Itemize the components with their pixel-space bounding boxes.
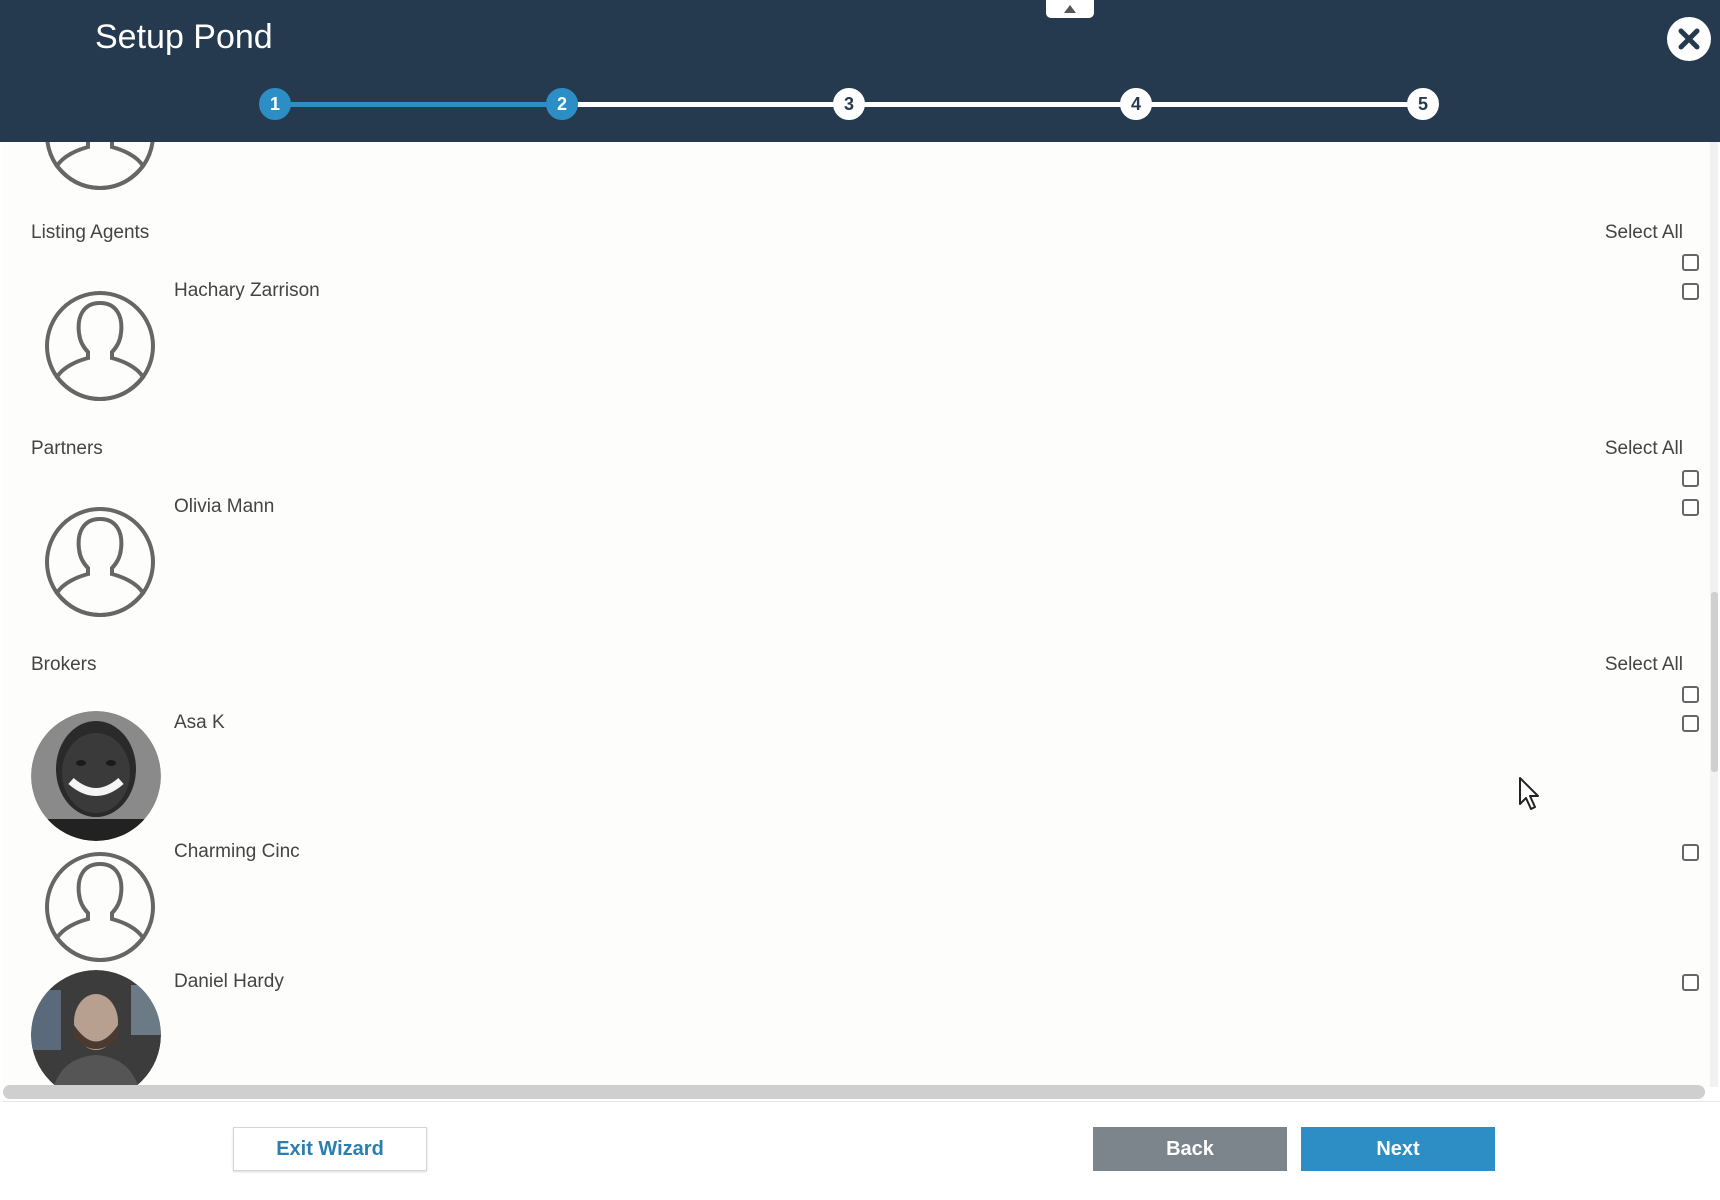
step-4[interactable]: 4 [1120, 88, 1152, 120]
step-3[interactable]: 3 [833, 88, 865, 120]
member-checkbox[interactable] [1682, 499, 1699, 516]
step-connector [562, 102, 1423, 107]
member-name: Olivia Mann [174, 496, 275, 517]
member-photo [31, 711, 161, 841]
member-name: Hachary Zarrison [174, 280, 320, 301]
next-button[interactable]: Next [1301, 1127, 1495, 1171]
default-avatar-icon [35, 142, 165, 200]
horizontal-scrollbar[interactable] [3, 1085, 1705, 1099]
chevron-up-icon [1064, 5, 1076, 13]
select-all-label: Select All [1604, 222, 1683, 243]
step-2[interactable]: 2 [546, 88, 578, 120]
select-all-label: Select All [1604, 654, 1683, 675]
member-checkbox[interactable] [1682, 974, 1699, 991]
wizard-footer: Exit Wizard Back Next [3, 1101, 1720, 1200]
step-5[interactable]: 5 [1407, 88, 1439, 120]
step-1[interactable]: 1 [259, 88, 291, 120]
member-name: Asa K [174, 712, 225, 733]
section-label-partners: Partners [31, 438, 103, 459]
close-button[interactable] [1667, 17, 1711, 61]
select-all-label: Select All [1604, 438, 1683, 459]
select-all-checkbox[interactable] [1682, 686, 1699, 703]
default-avatar-icon [35, 497, 165, 627]
member-checkbox[interactable] [1682, 844, 1699, 861]
member-name: Daniel Hardy [174, 971, 284, 992]
back-button[interactable]: Back [1093, 1127, 1287, 1171]
select-all-checkbox[interactable] [1682, 470, 1699, 487]
member-name: Charming Cinc [174, 841, 300, 862]
section-label-brokers: Brokers [31, 654, 97, 675]
member-photo [31, 970, 161, 1087]
default-avatar-icon [35, 842, 165, 972]
step-connector [275, 102, 562, 107]
member-list[interactable]: Listing Agents Select All Hachary Zarris… [3, 142, 1710, 1087]
page-title: Setup Pond [95, 18, 273, 56]
member-checkbox[interactable] [1682, 283, 1699, 300]
close-icon [1678, 28, 1700, 50]
vertical-scrollbar-thumb[interactable] [1711, 592, 1718, 772]
wizard-header: Setup Pond 1 2 3 4 5 [0, 0, 1720, 142]
select-all-checkbox[interactable] [1682, 254, 1699, 271]
section-label-listing-agents: Listing Agents [31, 222, 150, 243]
exit-wizard-button[interactable]: Exit Wizard [233, 1127, 427, 1171]
default-avatar-icon [35, 281, 165, 411]
member-checkbox[interactable] [1682, 715, 1699, 732]
collapse-tab[interactable] [1046, 0, 1094, 18]
mouse-cursor-icon [1518, 776, 1542, 817]
